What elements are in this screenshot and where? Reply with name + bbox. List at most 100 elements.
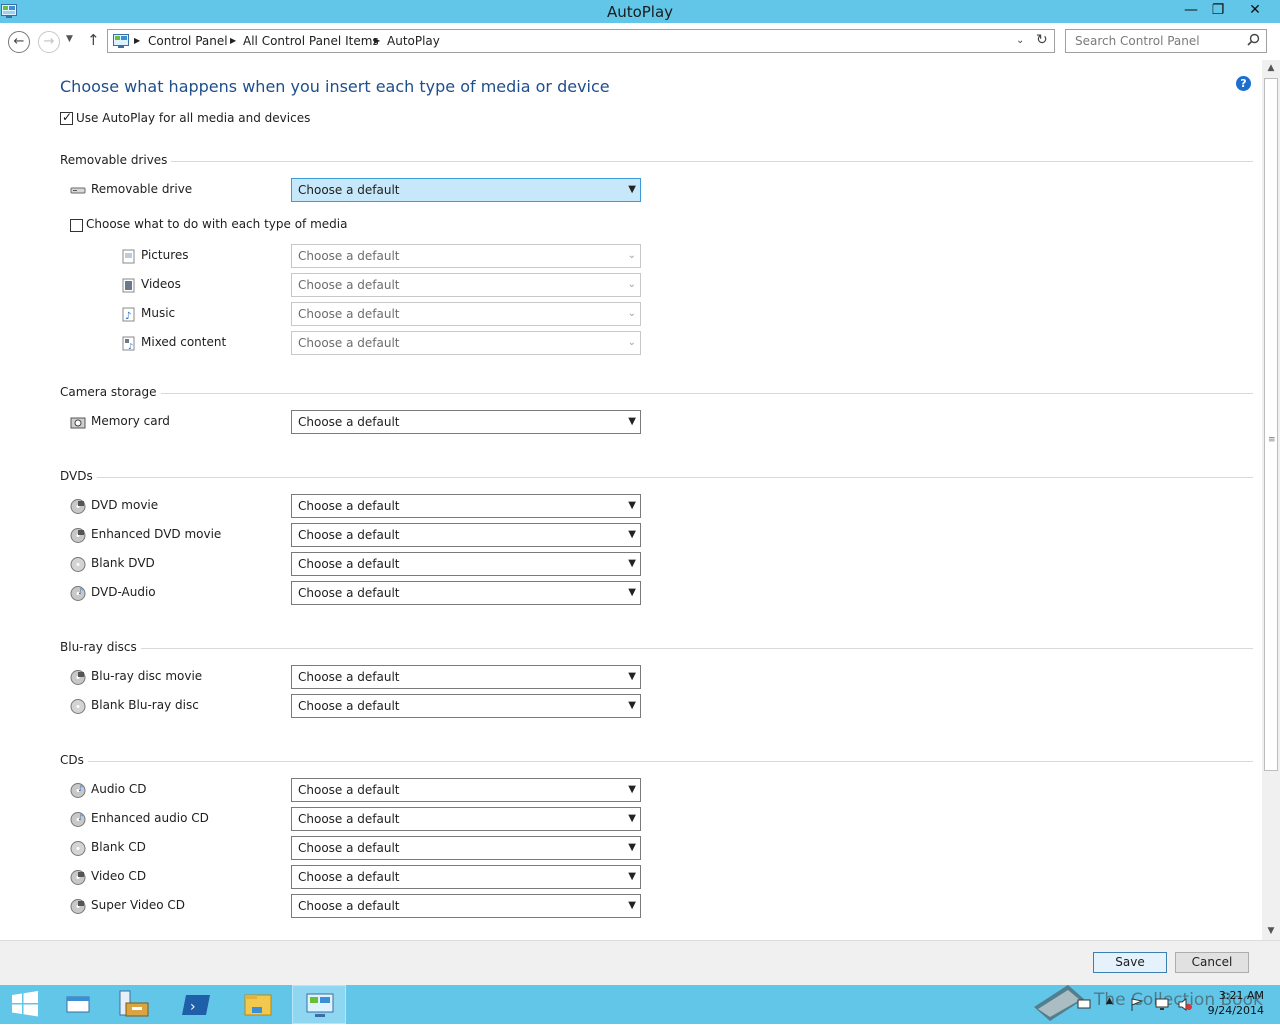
- section-cds: CDs: [60, 753, 88, 767]
- blank-dvd-label: Blank DVD: [91, 556, 155, 570]
- enhanced-dvd-select[interactable]: Choose a default ▼: [291, 523, 641, 547]
- blank-dvd-select[interactable]: Choose a default ▼: [291, 552, 641, 576]
- memory-card-label: Memory card: [91, 414, 170, 428]
- removable-drive-icon: [70, 187, 86, 194]
- enhanced-audio-cd-select[interactable]: Choose a default ▼: [291, 807, 641, 831]
- music-select[interactable]: Choose a default ⌄: [291, 302, 641, 326]
- select-value: Choose a default: [298, 841, 400, 855]
- show-hidden-icons-icon[interactable]: ▲: [1106, 996, 1120, 1009]
- blank-cd-select[interactable]: Choose a default ▼: [291, 836, 641, 860]
- chevron-down-icon: ▼: [628, 842, 636, 853]
- minimize-button[interactable]: —: [1178, 0, 1204, 20]
- each-media-checkbox[interactable]: [70, 219, 83, 232]
- select-value: Choose a default: [298, 249, 400, 263]
- media-label-mixed: Mixed content: [141, 335, 227, 349]
- flag-icon[interactable]: [1130, 998, 1144, 1011]
- dvd-movie-select[interactable]: Choose a default ▼: [291, 494, 641, 518]
- forward-button[interactable]: →: [38, 31, 60, 53]
- blank-bluray-select[interactable]: Choose a default ▼: [291, 694, 641, 718]
- vertical-scrollbar[interactable]: ▲ ≡ ▼: [1262, 60, 1280, 940]
- folder-icon: [244, 994, 272, 1016]
- taskbar-server-manager[interactable]: [108, 985, 162, 1024]
- breadcrumb-control-panel[interactable]: Control Panel: [148, 34, 228, 48]
- media-label-music: Music: [141, 306, 176, 320]
- select-value: Choose a default: [298, 528, 400, 542]
- media-label-videos: Videos: [141, 277, 181, 291]
- audio-cd-select[interactable]: Choose a default ▼: [291, 778, 641, 802]
- use-autoplay-checkbox[interactable]: [60, 110, 73, 125]
- recent-locations-dropdown[interactable]: ▼: [66, 34, 73, 44]
- select-value: Choose a default: [298, 183, 400, 197]
- clock-date: 9/24/2014: [1207, 1004, 1264, 1017]
- enhanced-audio-cd-label: Enhanced audio CD: [91, 811, 209, 825]
- chevron-down-icon: ▼: [628, 784, 636, 795]
- memory-card-icon: [70, 417, 86, 429]
- title-bar: AutoPlay — ❐ ✕: [0, 0, 1280, 23]
- system-clock[interactable]: 3:21 AM 9/24/2014: [1200, 988, 1264, 1018]
- video-cd-label: Video CD: [91, 869, 147, 883]
- svg-text:♪: ♪: [78, 784, 83, 793]
- network-icon[interactable]: [1155, 998, 1169, 1011]
- breadcrumb-autoplay[interactable]: AutoPlay: [387, 34, 440, 48]
- taskbar-powershell[interactable]: ›: [170, 985, 224, 1024]
- super-video-cd-select[interactable]: Choose a default ▼: [291, 894, 641, 918]
- scroll-up-icon[interactable]: ▲: [1262, 60, 1280, 77]
- scroll-down-icon[interactable]: ▼: [1262, 923, 1280, 940]
- videos-select[interactable]: Choose a default ⌄: [291, 273, 641, 297]
- bluray-movie-select[interactable]: Choose a default ▼: [291, 665, 641, 689]
- chevron-down-icon: ▼: [628, 900, 636, 911]
- maximize-button[interactable]: ❐: [1205, 0, 1231, 20]
- select-value: Choose a default: [298, 699, 400, 713]
- taskbar-file-explorer-window[interactable]: [54, 985, 108, 1024]
- blank-bluray-icon: [70, 699, 86, 714]
- address-dropdown-icon[interactable]: ⌄: [1016, 35, 1024, 46]
- breadcrumb-all-items[interactable]: All Control Panel Items: [243, 34, 379, 48]
- address-bar[interactable]: ▶ Control Panel ▶ All Control Panel Item…: [107, 29, 1055, 53]
- video-cd-select[interactable]: Choose a default ▼: [291, 865, 641, 889]
- taskbar-control-panel[interactable]: [292, 985, 346, 1024]
- clock-time: 3:21 AM: [1218, 989, 1264, 1002]
- scrollbar-thumb[interactable]: ≡: [1264, 78, 1278, 771]
- breadcrumb-separator-icon[interactable]: ▶: [134, 36, 140, 45]
- super-video-cd-icon: [70, 899, 86, 914]
- chevron-down-icon: ⌄: [627, 250, 636, 261]
- windows-logo-icon: [12, 991, 38, 1017]
- section-divider: [60, 761, 1253, 762]
- enhanced-audio-cd-icon: ♪: [70, 812, 86, 827]
- select-value: Choose a default: [298, 899, 400, 913]
- taskbar-file-explorer[interactable]: [232, 985, 286, 1024]
- pictures-select[interactable]: Choose a default ⌄: [291, 244, 641, 268]
- section-camera-storage: Camera storage: [60, 385, 161, 399]
- section-divider: [60, 648, 1253, 649]
- svg-text:♪: ♪: [128, 342, 133, 351]
- each-media-label[interactable]: Choose what to do with each type of medi…: [86, 217, 347, 231]
- dvd-movie-label: DVD movie: [91, 498, 159, 512]
- svg-text:♪: ♪: [78, 813, 83, 822]
- select-value: Choose a default: [298, 870, 400, 884]
- grip-icon: ≡: [1268, 435, 1276, 445]
- start-button[interactable]: [0, 985, 54, 1024]
- taskbar: › The Collection Book ▲ 3:21 AM 9/24/201…: [0, 985, 1280, 1024]
- action-center-icon[interactable]: [1077, 998, 1091, 1011]
- close-button[interactable]: ✕: [1232, 0, 1278, 20]
- powershell-icon: ›: [182, 995, 210, 1015]
- breadcrumb-separator-icon[interactable]: ▶: [374, 36, 380, 45]
- dvd-audio-select[interactable]: Choose a default ▼: [291, 581, 641, 605]
- removable-drive-select[interactable]: Choose a default ▼: [291, 178, 641, 202]
- volume-muted-icon[interactable]: [1178, 998, 1192, 1011]
- search-icon[interactable]: [1247, 33, 1260, 46]
- use-autoplay-label[interactable]: Use AutoPlay for all media and devices: [76, 111, 310, 125]
- mixed-content-select[interactable]: Choose a default ⌄: [291, 331, 641, 355]
- chevron-down-icon: ▼: [628, 871, 636, 882]
- search-box[interactable]: Search Control Panel: [1065, 29, 1267, 53]
- cancel-button[interactable]: Cancel: [1175, 952, 1249, 973]
- save-button[interactable]: Save: [1093, 952, 1167, 973]
- back-button[interactable]: ←: [8, 31, 30, 53]
- memory-card-select[interactable]: Choose a default ▼: [291, 410, 641, 434]
- chevron-down-icon: ▼: [628, 529, 636, 540]
- refresh-icon[interactable]: ↻: [1036, 32, 1048, 48]
- breadcrumb-separator-icon[interactable]: ▶: [230, 36, 236, 45]
- up-button[interactable]: ↑: [87, 31, 100, 49]
- select-value: Choose a default: [298, 415, 400, 429]
- help-icon[interactable]: ?: [1236, 76, 1251, 91]
